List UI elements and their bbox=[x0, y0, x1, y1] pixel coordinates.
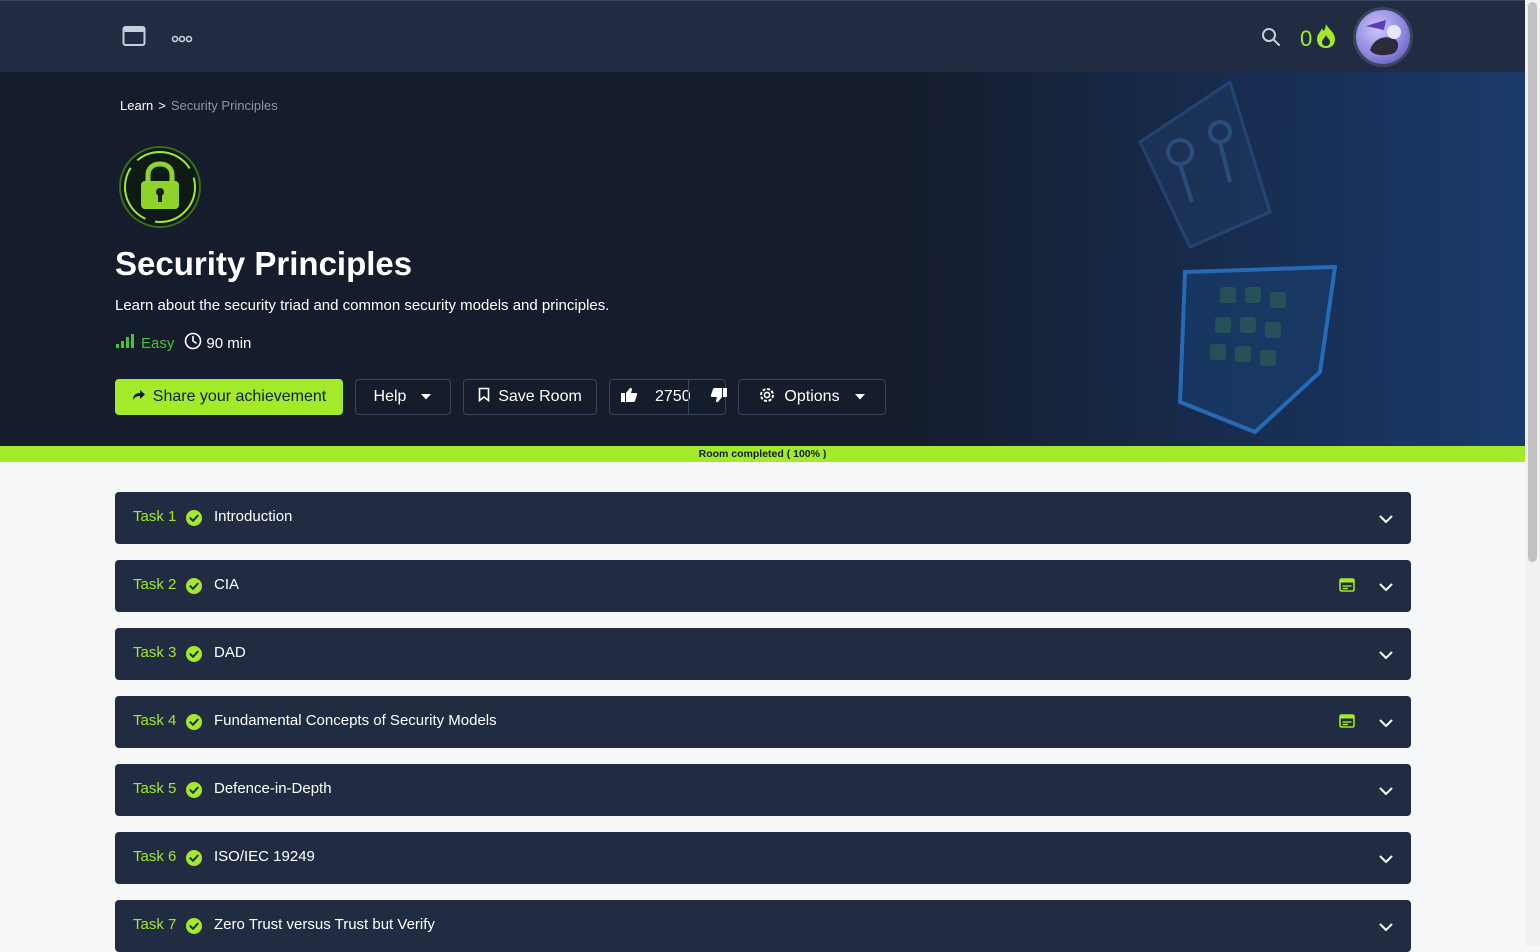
lock-icon bbox=[117, 144, 203, 230]
task-title: Defence-in-Depth bbox=[214, 780, 332, 797]
check-circle-icon bbox=[186, 510, 202, 531]
task-number: Task 5 bbox=[133, 780, 177, 797]
share-label: Share your achievement bbox=[152, 388, 327, 405]
vote-group: 2750 bbox=[609, 379, 728, 415]
breadcrumb-separator: > bbox=[158, 98, 166, 113]
check-circle-icon bbox=[186, 918, 202, 939]
bookmark-icon bbox=[478, 387, 490, 407]
chevron-down-icon[interactable] bbox=[1379, 715, 1393, 733]
duration-label: 90 min bbox=[206, 334, 252, 352]
machine-window-icon bbox=[1339, 714, 1355, 733]
task-row[interactable]: Task 2 CIA bbox=[115, 560, 1411, 612]
task-row[interactable]: Task 6 ISO/IEC 19249 bbox=[115, 832, 1411, 884]
task-row[interactable]: Task 7 Zero Trust versus Trust but Verify bbox=[115, 900, 1411, 952]
task-title: ISO/IEC 19249 bbox=[214, 848, 315, 865]
caret-down-icon bbox=[420, 388, 432, 406]
search-icon[interactable] bbox=[1261, 27, 1281, 52]
breadcrumb-current: Security Principles bbox=[170, 98, 278, 113]
check-circle-icon bbox=[186, 714, 202, 735]
room-meta: Easy 90 min bbox=[115, 332, 251, 354]
thumbs-up-icon[interactable] bbox=[620, 387, 638, 408]
breadcrumb: Learn > Security Principles bbox=[120, 98, 278, 113]
help-button[interactable]: Help bbox=[355, 379, 451, 415]
task-row[interactable]: Task 3 DAD bbox=[115, 628, 1411, 680]
task-number: Task 6 bbox=[133, 848, 177, 865]
chevron-down-icon[interactable] bbox=[1379, 579, 1393, 597]
task-number: Task 1 bbox=[133, 508, 177, 525]
gear-icon bbox=[758, 386, 776, 409]
streak-count: 0 bbox=[1300, 25, 1313, 51]
window-icon[interactable] bbox=[122, 25, 146, 52]
flame-icon bbox=[1315, 23, 1337, 54]
machine-window-icon bbox=[1339, 578, 1355, 597]
room-header: Learn > Security Principles Security Princ… bbox=[0, 72, 1525, 446]
clock-icon bbox=[184, 332, 202, 354]
task-title: Fundamental Concepts of Security Models bbox=[214, 712, 497, 729]
room-banner-art bbox=[1138, 79, 1338, 435]
thumbs-down-icon[interactable] bbox=[710, 387, 728, 408]
check-circle-icon bbox=[186, 578, 202, 599]
options-button[interactable]: Options bbox=[738, 379, 886, 415]
share-achievement-button[interactable]: Share your achievement bbox=[115, 379, 343, 415]
top-navbar: 0 bbox=[0, 0, 1525, 72]
help-label: Help bbox=[373, 388, 407, 405]
chevron-down-icon[interactable] bbox=[1379, 851, 1393, 869]
avatar[interactable] bbox=[1356, 10, 1410, 64]
check-circle-icon bbox=[186, 850, 202, 871]
room-description: Learn about the security triad and commo… bbox=[115, 297, 610, 314]
signal-icon bbox=[115, 333, 135, 353]
chevron-down-icon[interactable] bbox=[1379, 511, 1393, 529]
task-title: CIA bbox=[214, 576, 240, 593]
progress-label: Room completed ( 100% ) bbox=[698, 448, 827, 460]
task-title: Zero Trust versus Trust but Verify bbox=[214, 916, 435, 933]
room-progress-bar: Room completed ( 100% ) bbox=[0, 446, 1525, 462]
chevron-down-icon[interactable] bbox=[1379, 647, 1393, 665]
task-number: Task 2 bbox=[133, 576, 177, 593]
caret-down-icon bbox=[854, 388, 866, 406]
options-label: Options bbox=[784, 388, 840, 405]
save-room-button[interactable]: Save Room bbox=[463, 379, 597, 415]
task-row[interactable]: Task 5 Defence-in-Depth bbox=[115, 764, 1411, 816]
breadcrumb-learn[interactable]: Learn bbox=[120, 98, 153, 113]
more-icon[interactable] bbox=[171, 31, 193, 49]
check-circle-icon bbox=[186, 646, 202, 667]
task-row[interactable]: Task 1 Introduction bbox=[115, 492, 1411, 544]
scrollbar-thumb[interactable] bbox=[1528, 2, 1537, 562]
task-title: DAD bbox=[214, 644, 246, 661]
share-icon bbox=[132, 388, 146, 407]
save-room-label: Save Room bbox=[498, 388, 582, 405]
task-row[interactable]: Task 4 Fundamental Concepts of Security M… bbox=[115, 696, 1411, 748]
task-title: Introduction bbox=[214, 508, 293, 525]
check-circle-icon bbox=[186, 782, 202, 803]
task-number: Task 4 bbox=[133, 712, 177, 729]
task-number: Task 7 bbox=[133, 916, 177, 933]
chevron-down-icon[interactable] bbox=[1379, 783, 1393, 801]
page-title: Security Principles bbox=[115, 245, 413, 282]
vote-divider bbox=[688, 380, 689, 414]
streak-counter[interactable]: 0 bbox=[1300, 23, 1337, 54]
chevron-down-icon[interactable] bbox=[1379, 919, 1393, 937]
task-number: Task 3 bbox=[133, 644, 177, 661]
vote-count: 2750 bbox=[655, 388, 691, 405]
difficulty-label: Easy bbox=[141, 334, 175, 352]
